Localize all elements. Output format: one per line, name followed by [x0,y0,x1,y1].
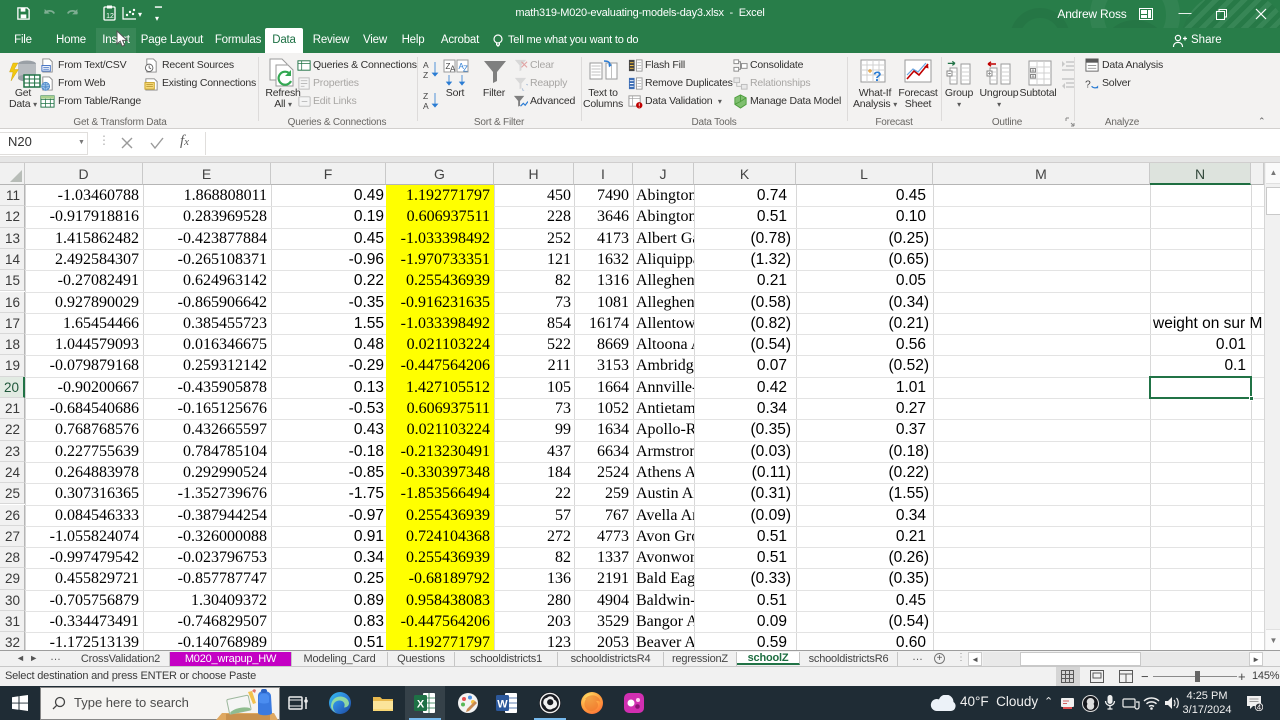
svg-text:A: A [450,65,456,74]
svg-text:Z: Z [423,70,428,80]
svg-text:X: X [417,699,425,711]
svg-text:A: A [423,101,429,111]
svg-text:W: W [497,699,508,711]
svg-text:A: A [423,60,429,70]
svg-text:?: ? [1085,79,1091,90]
svg-text:Z: Z [463,65,468,74]
svg-text:Z: Z [423,91,428,101]
svg-text:?: ? [873,68,882,84]
svg-text:4: 4 [1257,703,1261,711]
